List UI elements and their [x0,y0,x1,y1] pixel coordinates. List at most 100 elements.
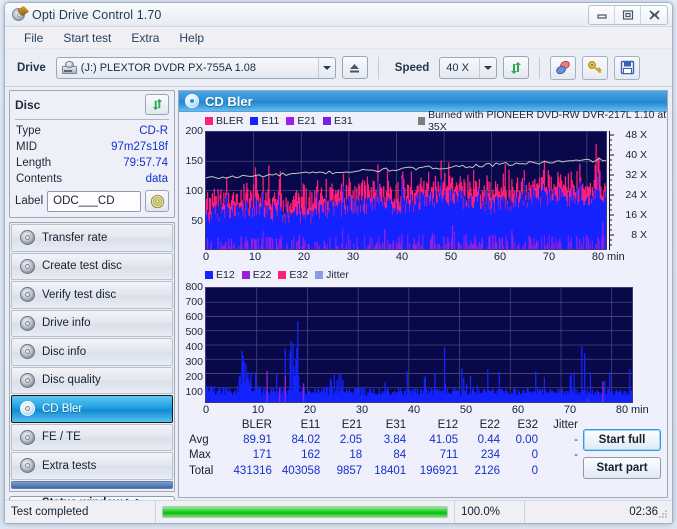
left-panel: Disc Type CD-R MID 97m27s18f Length 79:5… [9,90,175,510]
disc-bler-icon [20,401,35,417]
jitter-ytick-600: 600 [185,311,203,323]
toolbar-separator-2 [539,56,541,79]
bler-chart: 200 150 100 50 48 X 40 X 32 X 24 X 16 X … [179,125,667,263]
window-controls [588,5,668,25]
bler-chart-legend: BLER E11 E21 E31 Burned with PIONEER DVD… [179,109,667,133]
legend-entry-e12: E12 [205,269,235,281]
start-full-button[interactable]: Start full [583,429,661,451]
progress-percent: 100.0% [455,501,525,523]
bler-ytick-200: 200 [185,125,203,137]
chevron-down-icon [317,57,335,78]
disc-contents-label: Contents [16,173,63,185]
stats-avg-e22: 0.44 [477,433,501,446]
sidebar-item-fe-te[interactable]: FE / TE [11,423,173,451]
menu-item-extra[interactable]: Extra [122,29,168,47]
sidebar-item-cd-bler[interactable]: CD Bler [11,395,173,423]
stats-max-bler: 171 [252,449,272,462]
speed-tick-40x: 40 X [625,149,647,161]
jitter-ytick-300: 300 [185,356,203,368]
speed-select[interactable]: 40 X [439,56,498,79]
disc-contents-value: data [145,173,168,185]
legend-entry-bler: BLER [205,115,243,127]
application-window: Opti Drive Control 1.70 File Start test … [4,2,673,524]
minimize-icon[interactable] [589,6,615,24]
menu-item-start-test[interactable]: Start test [54,29,120,47]
erase-button[interactable] [550,55,577,80]
stats-col-e32: E32 [517,418,538,431]
disc-refresh-button[interactable] [145,94,169,115]
sidebar-item-create-test-disc[interactable]: Create test disc [11,252,173,280]
sidebar-item-disc-quality[interactable]: Disc quality [11,366,173,394]
progress-bar [155,501,455,523]
disc-mid-value: 97m27s18f [111,141,168,153]
stats-avg-e21: 2.05 [339,433,363,446]
status-bar: Test completed 100.0% 02:36 [5,500,672,523]
jitter-ytick-500: 500 [185,326,203,338]
stats-max-e12: 711 [439,449,459,462]
jitter-xtick-50: 50 [459,404,473,416]
jitter-ytick-800: 800 [185,281,203,293]
sidebar-item-drive-info[interactable]: Drive info [11,309,173,337]
bler-xtick-30: 30 [346,251,360,263]
page-title: CD Bler [205,93,253,109]
stats-avg-bler: 89.91 [243,433,272,446]
sidebar-item-disc-info[interactable]: Disc info [11,338,173,366]
drive-select[interactable]: (J:) PLEXTOR DVDR PX-755A 1.08 [55,56,336,79]
sidebar-item-extra-tests[interactable]: Extra tests [11,452,173,480]
content-area: Disc Type CD-R MID 97m27s18f Length 79:5… [5,87,672,510]
jitter-plot-svg [206,288,633,402]
jitter-xtick-70: 70 [563,404,577,416]
disc-speed-icon [20,230,35,246]
speed-tick-32x: 32 X [625,169,647,181]
eject-button[interactable] [341,56,368,79]
jitter-xtick-60: 60 [511,404,525,416]
speed-tick-48x: 48 X [625,129,647,141]
close-icon[interactable] [641,6,667,24]
jitter-xtick-10: 10 [251,404,265,416]
stats-col-e31: E31 [385,418,407,431]
jitter-ytick-100: 100 [185,386,203,398]
start-part-button[interactable]: Start part [583,457,661,479]
sidebar-item-transfer-rate[interactable]: Transfer rate [11,224,173,252]
stats-total-bler: 431316 [233,465,272,478]
refresh-button[interactable] [503,56,530,79]
stats-col-bler: BLER [241,418,272,431]
sidebar-item-label: Drive info [42,317,91,330]
cd-icon-button[interactable] [145,190,169,212]
disc-row-type: Type CD-R [15,123,169,139]
nav-filler [11,480,173,489]
jitter-ytick-200: 200 [185,371,203,383]
stats-avg-e11: 84.02 [291,433,321,446]
bler-xtick-10: 10 [248,251,262,263]
stats-max-e32: 0 [531,449,538,462]
jitter-plot-area [205,287,633,403]
jitter-chart-legend: E12 E22 E32 Jitter [179,268,667,282]
window-titlebar[interactable]: Opti Drive Control 1.70 [5,3,672,27]
menu-item-file[interactable]: File [15,29,52,47]
maximize-icon[interactable] [615,6,641,24]
stats-col-e12: E12 [437,418,459,431]
menu-item-help[interactable]: Help [170,29,213,47]
disc-row-mid: MID 97m27s18f [15,139,169,155]
save-button[interactable] [614,55,641,80]
disc-extra-icon [20,458,35,474]
disc-bler-icon [185,94,199,108]
bler-xaxis-unit: min [607,251,625,263]
disc-type-value: CD-R [139,125,168,137]
disc-mid-label: MID [16,141,38,153]
disc-label-caption: Label [15,195,44,207]
stats-avg-e32: 0.00 [515,433,538,446]
sidebar-item-label: Create test disc [42,260,122,273]
disc-label-input[interactable]: ODC___CD [47,190,141,212]
stats-table: BLER E11 E21 E31 E12 E22 E32 Jitter Avg … [185,417,583,479]
disc-row-contents: Contents data [15,171,169,187]
table-header-row: BLER E11 E21 E31 E12 E22 E32 Jitter [185,417,583,432]
stats-total-e22: 2126 [474,465,501,478]
jitter-xtick-30: 30 [355,404,369,416]
window-title: Opti Drive Control 1.70 [32,7,162,22]
disc-fete-icon [20,429,35,445]
key-button[interactable] [582,55,609,80]
resize-grip-icon[interactable] [657,508,669,520]
bler-ytick-150: 150 [185,155,203,167]
sidebar-item-verify-test-disc[interactable]: Verify test disc [11,281,173,309]
